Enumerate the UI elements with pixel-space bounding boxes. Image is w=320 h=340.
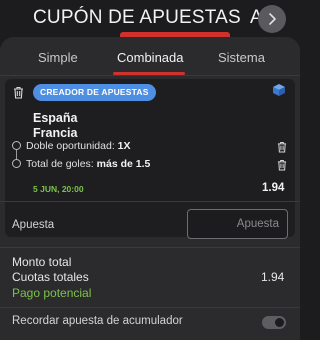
selection-1-pick: 1X: [117, 140, 131, 152]
remember-accumulator-label: Recordar apuesta de acumulador: [12, 315, 183, 327]
bet-odds: 1.94: [262, 182, 285, 194]
bet-type-tabs: Simple Combinada Sistema: [0, 37, 300, 76]
total-odds-value: 1.94: [261, 270, 285, 284]
toggle-knob: [275, 318, 284, 327]
selection-1: Doble oportunidad: 1X: [26, 140, 131, 152]
tab-simple[interactable]: Simple: [38, 50, 78, 65]
selection-dot: [12, 159, 21, 168]
potential-payout-label: Pago potencial: [12, 286, 92, 300]
divider: [0, 307, 300, 308]
trash-icon[interactable]: [277, 141, 287, 153]
bet-builder-cube-icon: [273, 84, 285, 96]
page-title: CUPÓN DE APUESTAS: [33, 7, 241, 28]
tab-combinada[interactable]: Combinada: [117, 50, 184, 65]
selection-1-market: Doble oportunidad:: [26, 140, 115, 152]
bet-builder-badge: CREADOR DE APUESTAS: [33, 84, 156, 101]
remember-accumulator-toggle[interactable]: [262, 316, 286, 329]
betslip-panel: Simple Combinada Sistema CREADOR DE APUE…: [0, 37, 300, 340]
trash-icon[interactable]: [13, 86, 24, 99]
team-home: España: [33, 111, 78, 125]
event-date: 5 JUN, 20:00: [33, 184, 84, 194]
stake-label: Apuesta: [12, 219, 55, 231]
team-away: Francia: [33, 126, 78, 140]
divider: [0, 201, 300, 202]
total-amount-label: Monto total: [12, 255, 72, 269]
betslip-header: CUPÓN DE APUESTAS A: [0, 0, 300, 38]
selection-2-pick: más de 1.5: [96, 158, 151, 170]
tab-sistema[interactable]: Sistema: [218, 50, 265, 65]
total-odds-label: Cuotas totales: [12, 270, 89, 284]
selection-2-market: Total de goles:: [26, 158, 94, 170]
next-button[interactable]: [258, 5, 286, 33]
stake-input[interactable]: Apuesta: [187, 209, 288, 239]
stake-placeholder: Apuesta: [236, 218, 279, 230]
selection-2: Total de goles: más de 1.5: [26, 158, 150, 170]
trash-icon[interactable]: [277, 159, 287, 171]
divider: [0, 247, 300, 248]
chevron-right-icon: [269, 13, 276, 25]
selection-dot: [12, 141, 21, 150]
tabs-divider: [0, 75, 300, 76]
